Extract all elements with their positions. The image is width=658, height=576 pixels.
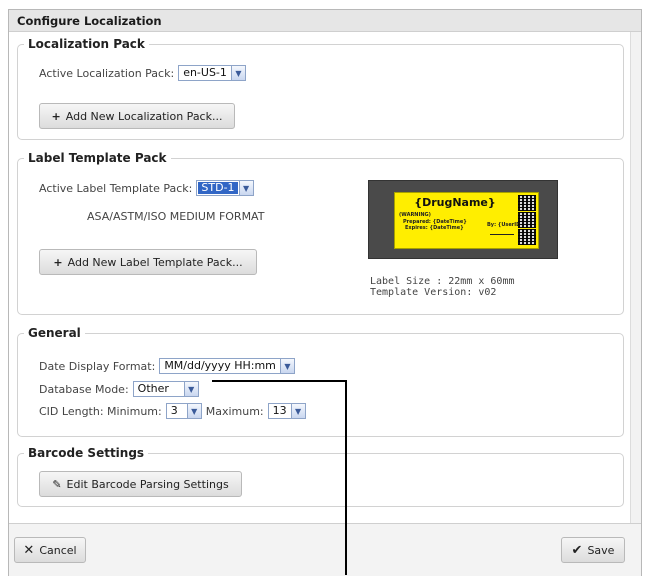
chevron-down-icon[interactable]: ▼ [183,382,198,396]
callout-line [212,380,346,382]
add-label-template-pack-label: Add New Label Template Pack... [67,255,243,269]
chevron-down-icon[interactable]: ▼ [279,359,294,373]
preview-signature-line [490,234,514,235]
plus-icon: + [51,109,61,123]
label-preview: {DrugName} (WARNING) Prepared: {DateTime… [368,180,558,259]
vertical-scrollbar[interactable] [630,32,641,524]
general-legend: General [28,326,81,340]
chevron-down-icon[interactable]: ▼ [238,181,253,195]
cancel-button[interactable]: ✕ Cancel [14,537,86,563]
add-localization-pack-label: Add New Localization Pack... [65,109,223,123]
preview-drug-name: {DrugName} [414,196,496,209]
barcode-icon [518,195,536,211]
barcode-icon [518,229,536,245]
cid-max-select[interactable]: 13 ▼ [267,403,306,419]
preview-warning: (WARNING) [399,212,431,218]
chevron-down-icon[interactable]: ▼ [186,404,201,418]
plus-icon: + [53,255,63,269]
localization-pack-select[interactable]: en-US-1 ▼ [178,65,246,81]
cid-min-value: 3 [170,404,178,417]
x-icon: ✕ [23,542,35,558]
label-size-text: Label Size : 22mm x 60mm [370,276,515,287]
label-preview-sticker: {DrugName} (WARNING) Prepared: {DateTime… [394,192,539,249]
active-label-template-row: Active Label Template Pack: STD-1 ▼ [39,180,254,196]
label-template-select[interactable]: STD-1 ▼ [196,180,254,196]
add-label-template-pack-button[interactable]: + Add New Label Template Pack... [39,249,257,275]
cancel-label: Cancel [39,543,77,557]
cid-max-value: 13 [272,404,287,417]
date-format-row: Date Display Format: MM/dd/yyyy HH:mm ▼ [39,358,295,374]
pencil-icon: ✎ [52,477,62,491]
edit-barcode-parsing-label: Edit Barcode Parsing Settings [66,477,229,491]
barcode-icon [518,212,536,228]
database-mode-row: Database Mode: Other ▼ [39,381,199,397]
edit-barcode-parsing-button[interactable]: ✎ Edit Barcode Parsing Settings [39,471,242,497]
save-label: Save [587,543,615,557]
date-format-value: MM/dd/yyyy HH:mm [164,359,276,372]
database-mode-label: Database Mode: [39,382,129,396]
template-format-name: ASA/ASTM/ISO MEDIUM FORMAT [87,210,265,223]
dialog-title: Configure Localization [9,10,641,32]
dialog-footer: ✕ Cancel ✔ Save [9,523,641,576]
cid-min-label: CID Length: Minimum: [39,404,162,418]
active-localization-row: Active Localization Pack: en-US-1 ▼ [39,65,246,81]
barcode-settings-legend: Barcode Settings [28,446,145,460]
database-mode-value: Other [137,382,169,395]
localization-pack-value: en-US-1 [183,66,227,79]
date-format-label: Date Display Format: [39,359,156,373]
active-localization-label: Active Localization Pack: [39,66,175,80]
add-localization-pack-button[interactable]: + Add New Localization Pack... [39,103,235,129]
configure-localization-dialog: Configure Localization Localization Pack… [8,9,642,576]
localization-pack-legend: Localization Pack [28,37,145,51]
cid-min-select[interactable]: 3 ▼ [165,403,202,419]
chevron-down-icon[interactable]: ▼ [290,404,305,418]
template-version-text: Template Version: v02 [370,287,497,298]
label-template-value: STD-1 [198,182,238,194]
callout-line [345,380,347,575]
cid-max-label: Maximum: [205,404,264,418]
database-mode-select[interactable]: Other ▼ [132,381,199,397]
chevron-down-icon[interactable]: ▼ [230,66,245,80]
active-label-template-label: Active Label Template Pack: [39,181,193,195]
label-template-legend: Label Template Pack [28,151,167,165]
preview-expires: Expires: {DateTime} [405,225,464,231]
cid-length-row: CID Length: Minimum: 3 ▼ Maximum: 13 ▼ [39,403,306,419]
save-button[interactable]: ✔ Save [561,537,625,563]
date-format-select[interactable]: MM/dd/yyyy HH:mm ▼ [159,358,295,374]
checkmark-icon: ✔ [571,542,583,558]
